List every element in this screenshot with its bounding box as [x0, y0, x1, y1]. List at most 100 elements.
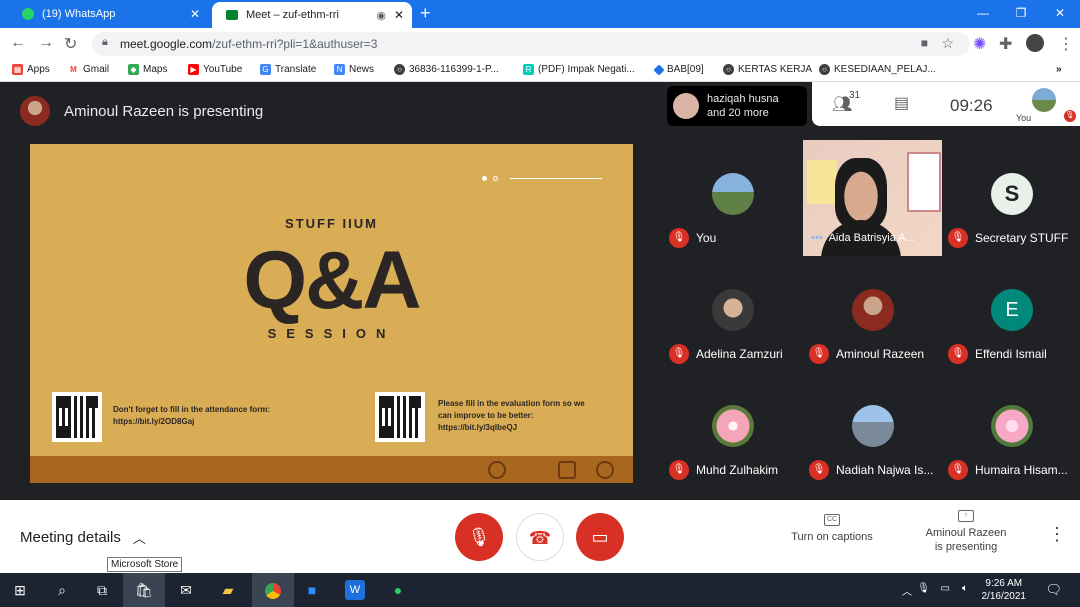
bookmark-kertas-kerja[interactable]: ○ KERTAS KERJA	[723, 64, 812, 75]
tab-label: Meet – zuf-ethm-rri	[246, 9, 339, 21]
bookmark-researchgate[interactable]: R (PDF) Impak Negati...	[523, 64, 635, 75]
close-window-button[interactable]: ✕	[1042, 0, 1078, 28]
microsoft-store-icon[interactable]: 🛍︎	[123, 573, 165, 607]
bookmark-label: Apps	[27, 64, 50, 75]
presenting-button[interactable]: ↑ Aminoul Razeen is presenting	[910, 510, 1022, 554]
minimize-button[interactable]: —	[965, 0, 1001, 28]
address-toolbar: ← → ↻ 🔒︎ meet.google.com/zuf-ethm-rri?pl…	[0, 28, 1080, 60]
bookmark-label: 36836-116399-1-P...	[409, 64, 499, 75]
participant-tile[interactable]: 🎙︎ Nadiah Najwa Is...	[803, 372, 942, 488]
bookmark-apps[interactable]: ▦ Apps	[12, 64, 50, 75]
bookmark-bab09[interactable]: BAB[09]	[653, 63, 704, 76]
star-icon[interactable]: ☆	[941, 35, 954, 52]
people-card-name: haziqah husna	[707, 93, 779, 105]
chevron-up-icon[interactable]: ︿	[902, 583, 912, 598]
mic-off-icon: 🎙︎	[669, 344, 689, 364]
camera-icon[interactable]: ■	[921, 36, 928, 50]
avatar	[991, 405, 1033, 447]
extension-puzzle-purple-icon[interactable]: ✺	[973, 34, 986, 54]
bookmark-label: News	[349, 64, 375, 75]
participant-video-tile[interactable]: ••• Aida Batrisyia A...	[803, 140, 942, 256]
tab-label: (19) WhatsApp	[42, 8, 116, 20]
people-card[interactable]: haziqah husna and 20 more	[667, 86, 807, 126]
participant-tile[interactable]: 🎙︎ Humaira Hisam...	[942, 372, 1080, 488]
bookmark-kesediaan[interactable]: ○ KESEDIAAN_PELAJ...	[819, 64, 936, 75]
mic-off-icon: 🎙︎	[948, 460, 968, 480]
volume-icon[interactable]: 🔈︎	[962, 583, 968, 594]
present-icon: ↑	[958, 510, 974, 522]
camera-toggle-button[interactable]: ▭	[576, 513, 624, 561]
bookmark-translate[interactable]: G Translate	[260, 64, 316, 75]
bookmark-pdf-1[interactable]: ○ 36836-116399-1-P...	[394, 64, 499, 75]
restore-button[interactable]: ❐	[1003, 0, 1039, 28]
chat-icon[interactable]: ▤	[894, 93, 909, 113]
zoom-icon[interactable]: ■	[302, 580, 322, 600]
mic-off-icon: 🎙︎	[948, 344, 968, 364]
tab-whatsapp[interactable]: (19) WhatsApp ✕	[8, 0, 208, 28]
bookmarks-bar: ▦ Apps M Gmail ◆ Maps ▶ YouTube G Translate N…	[0, 60, 1080, 82]
reload-icon[interactable]: ↻	[64, 34, 77, 54]
omnibox[interactable]: 🔒︎ meet.google.com/zuf-ethm-rri?pli=1&au…	[92, 32, 970, 56]
avatar: S	[991, 173, 1033, 215]
windows-taskbar: ⊞ ⌕ ⧉ 🛍︎ ✉ ▰ ■ W ● ︿ 🎙︎ ▭ 🔈︎ 9:26 AM 2/1…	[0, 573, 1080, 607]
participant-name: Humaira Hisam...	[975, 463, 1068, 477]
people-card-more: and 20 more	[707, 107, 769, 119]
participant-tile[interactable]: E 🎙︎ Effendi Ismail	[942, 256, 1080, 372]
whatsapp-icon[interactable]: ●	[388, 580, 408, 600]
mail-icon[interactable]: ✉	[176, 580, 196, 600]
mic-off-icon: 🎙︎	[669, 228, 689, 248]
cc-icon: CC	[824, 514, 840, 526]
back-icon[interactable]: ←	[10, 34, 26, 52]
bookmark-label: Maps	[143, 64, 168, 75]
presenter-banner: Aminoul Razeen is presenting	[20, 96, 263, 126]
forward-icon[interactable]: →	[38, 34, 54, 52]
close-icon[interactable]: ✕	[394, 8, 404, 22]
search-icon[interactable]: ⌕	[52, 580, 72, 600]
meeting-details-button[interactable]: Meeting details ︿	[20, 528, 146, 547]
presenter-avatar	[20, 96, 50, 126]
bookmark-label: BAB[09]	[667, 64, 704, 75]
avatar	[712, 289, 754, 331]
slide-dots	[482, 176, 602, 181]
apps-grid-icon: ▦	[12, 64, 23, 75]
lock-icon: 🔒︎	[102, 36, 108, 48]
file-explorer-icon[interactable]: ▰	[218, 580, 238, 600]
bookmark-youtube[interactable]: ▶ YouTube	[188, 64, 242, 75]
mic-toggle-button[interactable]: 🎙︎	[455, 513, 503, 561]
mic-icon[interactable]: 🎙︎	[917, 583, 930, 594]
url-text: meet.google.com/zuf-ethm-rri?pli=1&authu…	[120, 37, 377, 51]
evaluation-note: Please fill in the evaluation form so we…	[438, 398, 585, 434]
participant-tile[interactable]: 🎙︎ Aminoul Razeen	[803, 256, 942, 372]
self-tile[interactable]: You 🎙︎	[1016, 88, 1076, 124]
task-view-icon[interactable]: ⧉	[92, 580, 112, 600]
speaking-indicator-icon: •••	[811, 232, 823, 244]
profile-avatar[interactable]	[1026, 34, 1044, 52]
camera-off-icon: ▭	[591, 527, 609, 547]
leave-call-button[interactable]: ☎︎	[516, 513, 564, 561]
bookmark-gmail[interactable]: M Gmail	[68, 64, 109, 75]
date-label: 2/16/2021	[981, 591, 1027, 602]
battery-icon[interactable]: ▭	[941, 583, 950, 594]
participant-tile[interactable]: 🎙︎ Adelina Zamzuri	[663, 256, 802, 372]
bookmark-news[interactable]: N News	[334, 64, 374, 75]
tab-meet[interactable]: Meet – zuf-ethm-rri ◉ ✕	[212, 2, 412, 28]
chrome-icon[interactable]	[252, 573, 294, 607]
notifications-icon[interactable]: 🗨︎	[1045, 582, 1062, 598]
new-tab-button[interactable]: +	[420, 3, 431, 24]
participant-tile[interactable]: S 🎙︎ Secretary STUFF	[942, 140, 1080, 256]
bookmark-maps[interactable]: ◆ Maps	[128, 64, 167, 75]
close-icon[interactable]: ✕	[190, 7, 200, 21]
windows-start-icon[interactable]: ⊞	[10, 580, 30, 600]
more-options-icon[interactable]: ⋮	[1048, 524, 1066, 545]
clock[interactable]: 9:26 AM 2/16/2021	[982, 577, 1027, 603]
wps-writer-icon[interactable]: W	[345, 580, 365, 600]
slide-subtitle: SESSION	[267, 326, 396, 341]
bookmarks-overflow-icon[interactable]: »	[1056, 64, 1062, 75]
avatar	[852, 289, 894, 331]
extensions-icon[interactable]: ✚	[999, 34, 1012, 54]
participant-tile[interactable]: 🎙︎ You	[663, 140, 802, 256]
participant-tile[interactable]: 🎙︎ Muhd Zulhakim	[663, 372, 802, 488]
self-label: You	[1016, 113, 1032, 123]
captions-button[interactable]: CC Turn on captions	[782, 514, 882, 544]
kebab-menu-icon[interactable]: ⋮	[1058, 34, 1074, 54]
